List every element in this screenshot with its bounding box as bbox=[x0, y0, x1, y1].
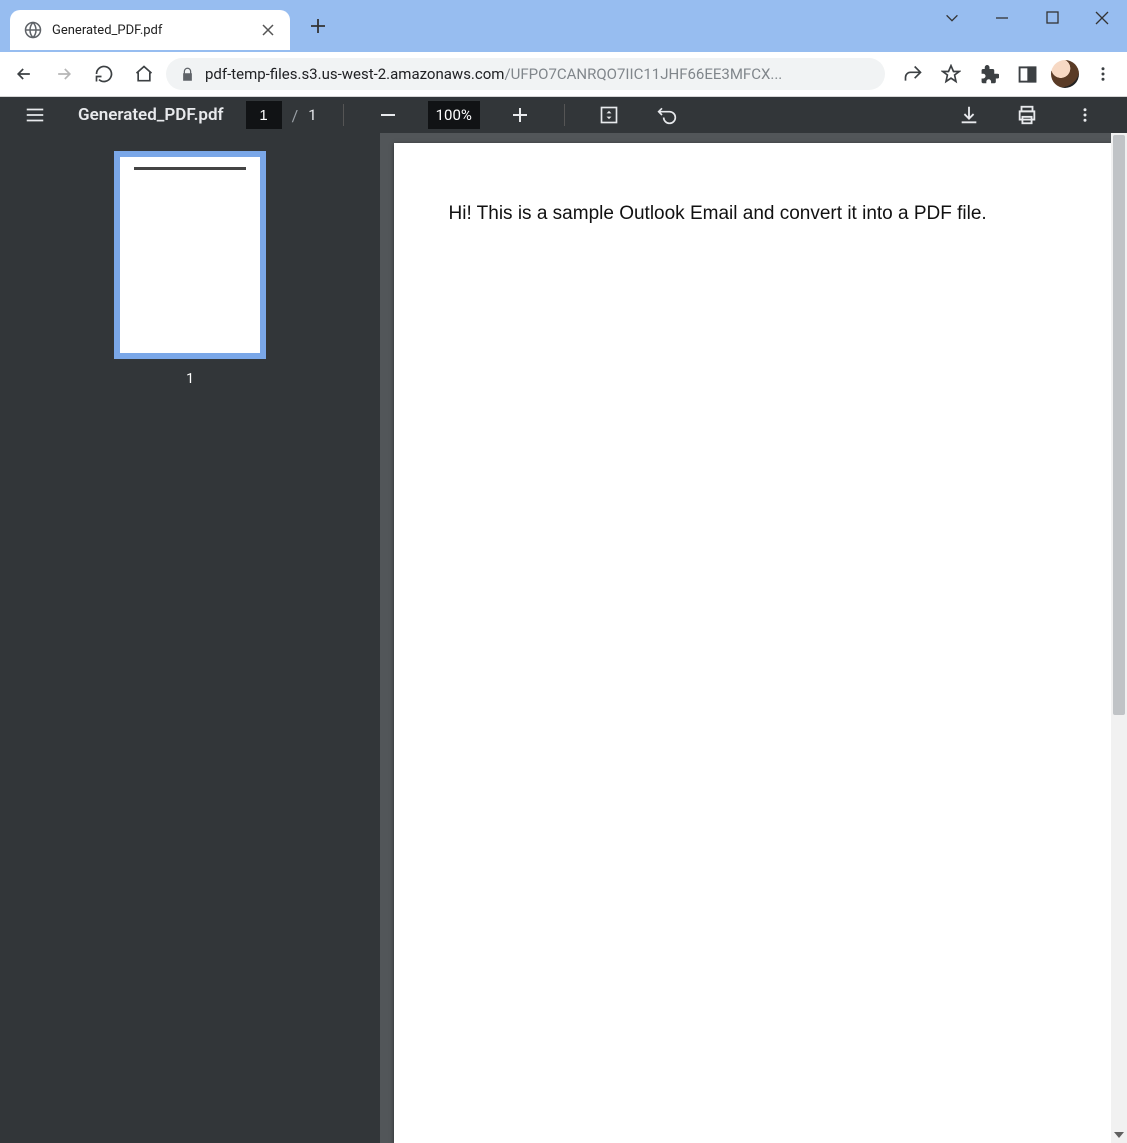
fit-page-button[interactable] bbox=[591, 97, 627, 133]
window-controls bbox=[927, 0, 1127, 35]
address-bar: pdf-temp-files.s3.us-west-2.amazonaws.co… bbox=[0, 52, 1127, 97]
browser-tab[interactable]: Generated_PDF.pdf bbox=[10, 10, 290, 50]
chevron-down-icon bbox=[1114, 1132, 1124, 1138]
pdf-viewer-body: 1 Hi! This is a sample Outlook Email and… bbox=[0, 133, 1127, 1143]
pdf-viewer: Generated_PDF.pdf / 1 100% bbox=[0, 97, 1127, 773]
maximize-button[interactable] bbox=[1027, 0, 1077, 35]
new-tab-button[interactable] bbox=[310, 18, 326, 34]
forward-button[interactable] bbox=[46, 56, 82, 92]
download-button[interactable] bbox=[951, 97, 987, 133]
page-number-input[interactable] bbox=[246, 101, 282, 129]
side-panel-button[interactable] bbox=[1009, 56, 1045, 92]
lock-icon bbox=[180, 67, 195, 82]
page-separator: / bbox=[292, 106, 299, 125]
divider bbox=[564, 104, 565, 126]
window-close-button[interactable] bbox=[1077, 0, 1127, 35]
reload-button[interactable] bbox=[86, 56, 122, 92]
zoom-value[interactable]: 100% bbox=[428, 101, 480, 129]
tab-title: Generated_PDF.pdf bbox=[52, 23, 252, 38]
page-total: 1 bbox=[308, 106, 316, 124]
page-indicator: / 1 bbox=[246, 101, 317, 129]
zoom-out-button[interactable] bbox=[370, 97, 406, 133]
tab-search-button[interactable] bbox=[927, 0, 977, 35]
divider bbox=[343, 104, 344, 126]
thumbnail-content-icon bbox=[134, 167, 246, 170]
extensions-button[interactable] bbox=[971, 56, 1007, 92]
thumbnail-number: 1 bbox=[186, 371, 194, 387]
url-host: pdf-temp-files.s3.us-west-2.amazonaws.co… bbox=[205, 65, 504, 83]
rotate-button[interactable] bbox=[649, 97, 685, 133]
thumbnail-page bbox=[120, 157, 260, 353]
minimize-button[interactable] bbox=[977, 0, 1027, 35]
thumbnail[interactable] bbox=[114, 151, 266, 359]
print-button[interactable] bbox=[1009, 97, 1045, 133]
browser-title-bar: Generated_PDF.pdf bbox=[0, 0, 1127, 52]
profile-avatar[interactable] bbox=[1047, 56, 1083, 92]
menu-button[interactable] bbox=[24, 104, 48, 126]
thumbnail-panel: 1 bbox=[0, 133, 380, 1143]
page-area[interactable]: Hi! This is a sample Outlook Email and c… bbox=[380, 133, 1127, 1143]
pdf-page: Hi! This is a sample Outlook Email and c… bbox=[394, 143, 1114, 1143]
scrollbar-thumb[interactable] bbox=[1113, 135, 1125, 715]
back-button[interactable] bbox=[6, 56, 42, 92]
bookmark-button[interactable] bbox=[933, 56, 969, 92]
pdf-text-content: Hi! This is a sample Outlook Email and c… bbox=[449, 203, 1059, 225]
scrollbar-down-button[interactable] bbox=[1111, 1127, 1127, 1143]
close-tab-button[interactable] bbox=[262, 24, 276, 36]
url-path: /UFPO7CANRQO7IIC11JHF66EE3MFCX... bbox=[504, 65, 782, 83]
pdf-more-button[interactable] bbox=[1067, 97, 1103, 133]
share-button[interactable] bbox=[895, 56, 931, 92]
zoom-in-button[interactable] bbox=[502, 97, 538, 133]
globe-icon bbox=[24, 21, 42, 39]
browser-menu-button[interactable] bbox=[1085, 56, 1121, 92]
pdf-toolbar: Generated_PDF.pdf / 1 100% bbox=[0, 97, 1127, 133]
avatar-icon bbox=[1051, 60, 1079, 88]
pdf-file-name: Generated_PDF.pdf bbox=[78, 105, 224, 125]
toolbar-right bbox=[889, 56, 1121, 92]
vertical-scrollbar[interactable] bbox=[1111, 133, 1127, 1143]
url-input[interactable]: pdf-temp-files.s3.us-west-2.amazonaws.co… bbox=[166, 58, 885, 90]
home-button[interactable] bbox=[126, 56, 162, 92]
